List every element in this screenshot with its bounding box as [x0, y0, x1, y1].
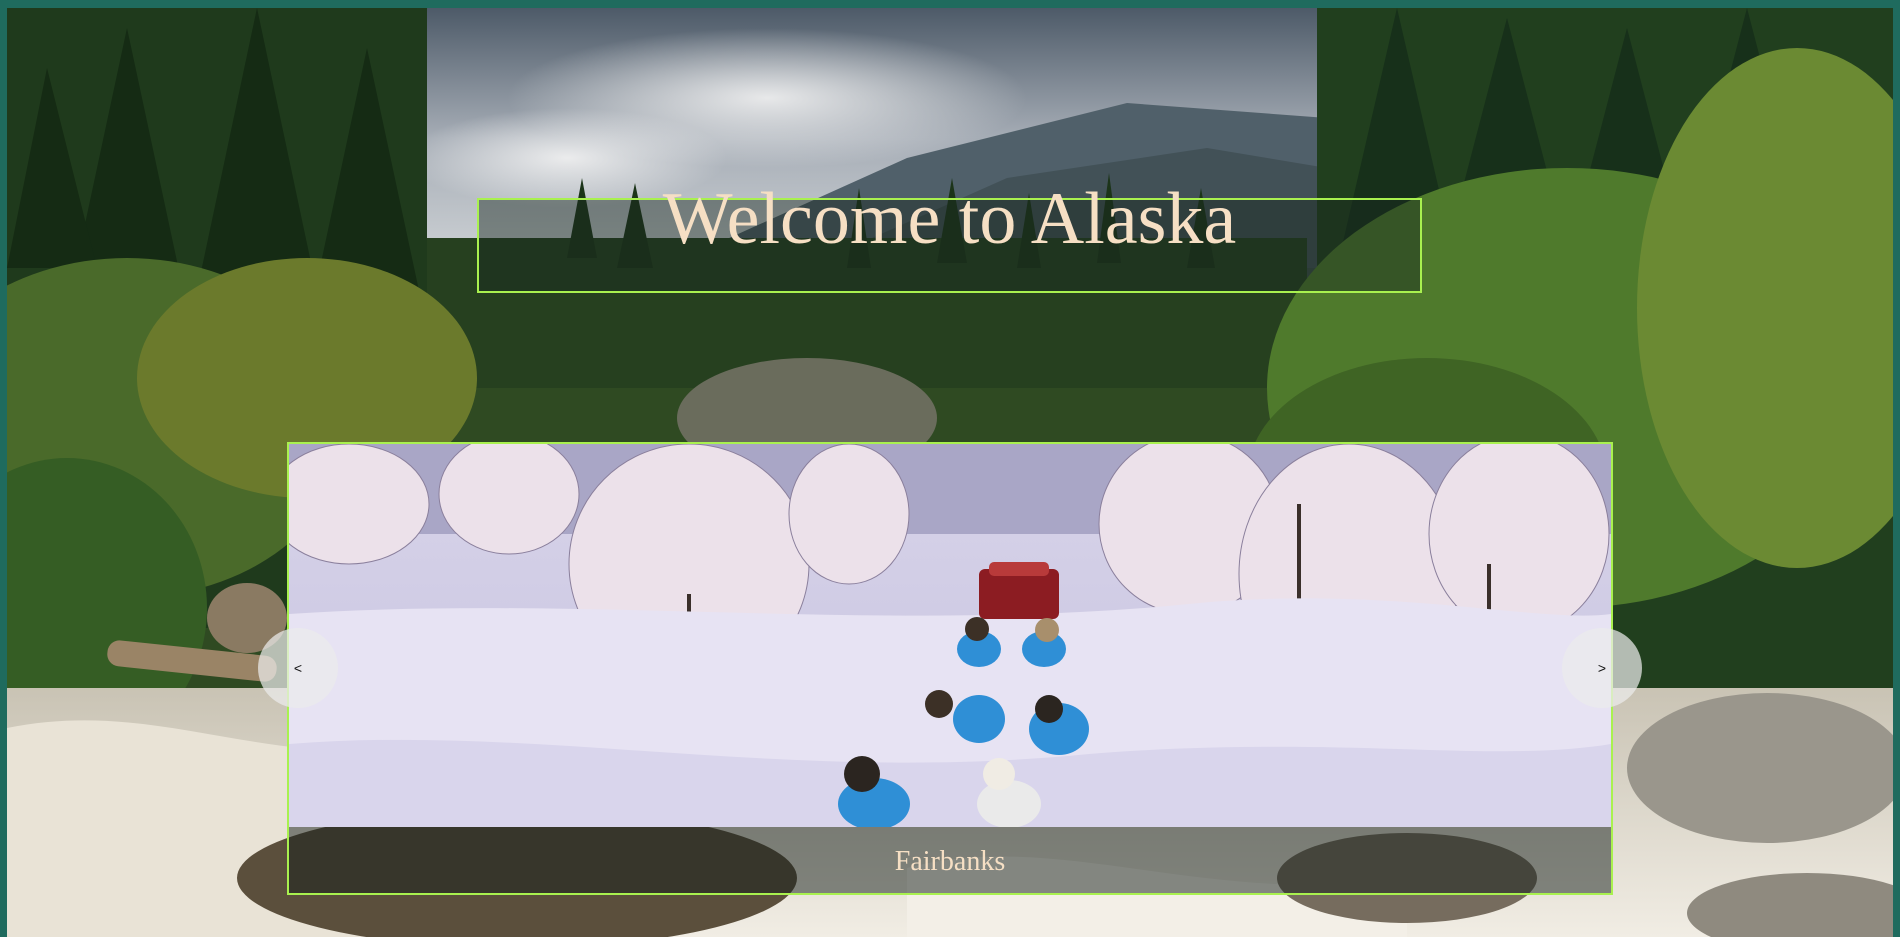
carousel-prev-button[interactable]: < — [258, 628, 338, 708]
slide-caption-bar: Fairbanks — [289, 827, 1611, 893]
image-carousel: Fairbanks — [287, 442, 1613, 895]
chevron-left-icon: < — [293, 660, 303, 676]
page-title: Welcome to Alaska — [662, 177, 1237, 260]
title-banner: Welcome to Alaska — [477, 182, 1422, 293]
slide-caption: Fairbanks — [894, 846, 1006, 877]
chevron-right-icon: > — [1597, 660, 1607, 676]
carousel-slide-image — [289, 444, 1611, 827]
carousel-next-button[interactable]: > — [1562, 628, 1642, 708]
